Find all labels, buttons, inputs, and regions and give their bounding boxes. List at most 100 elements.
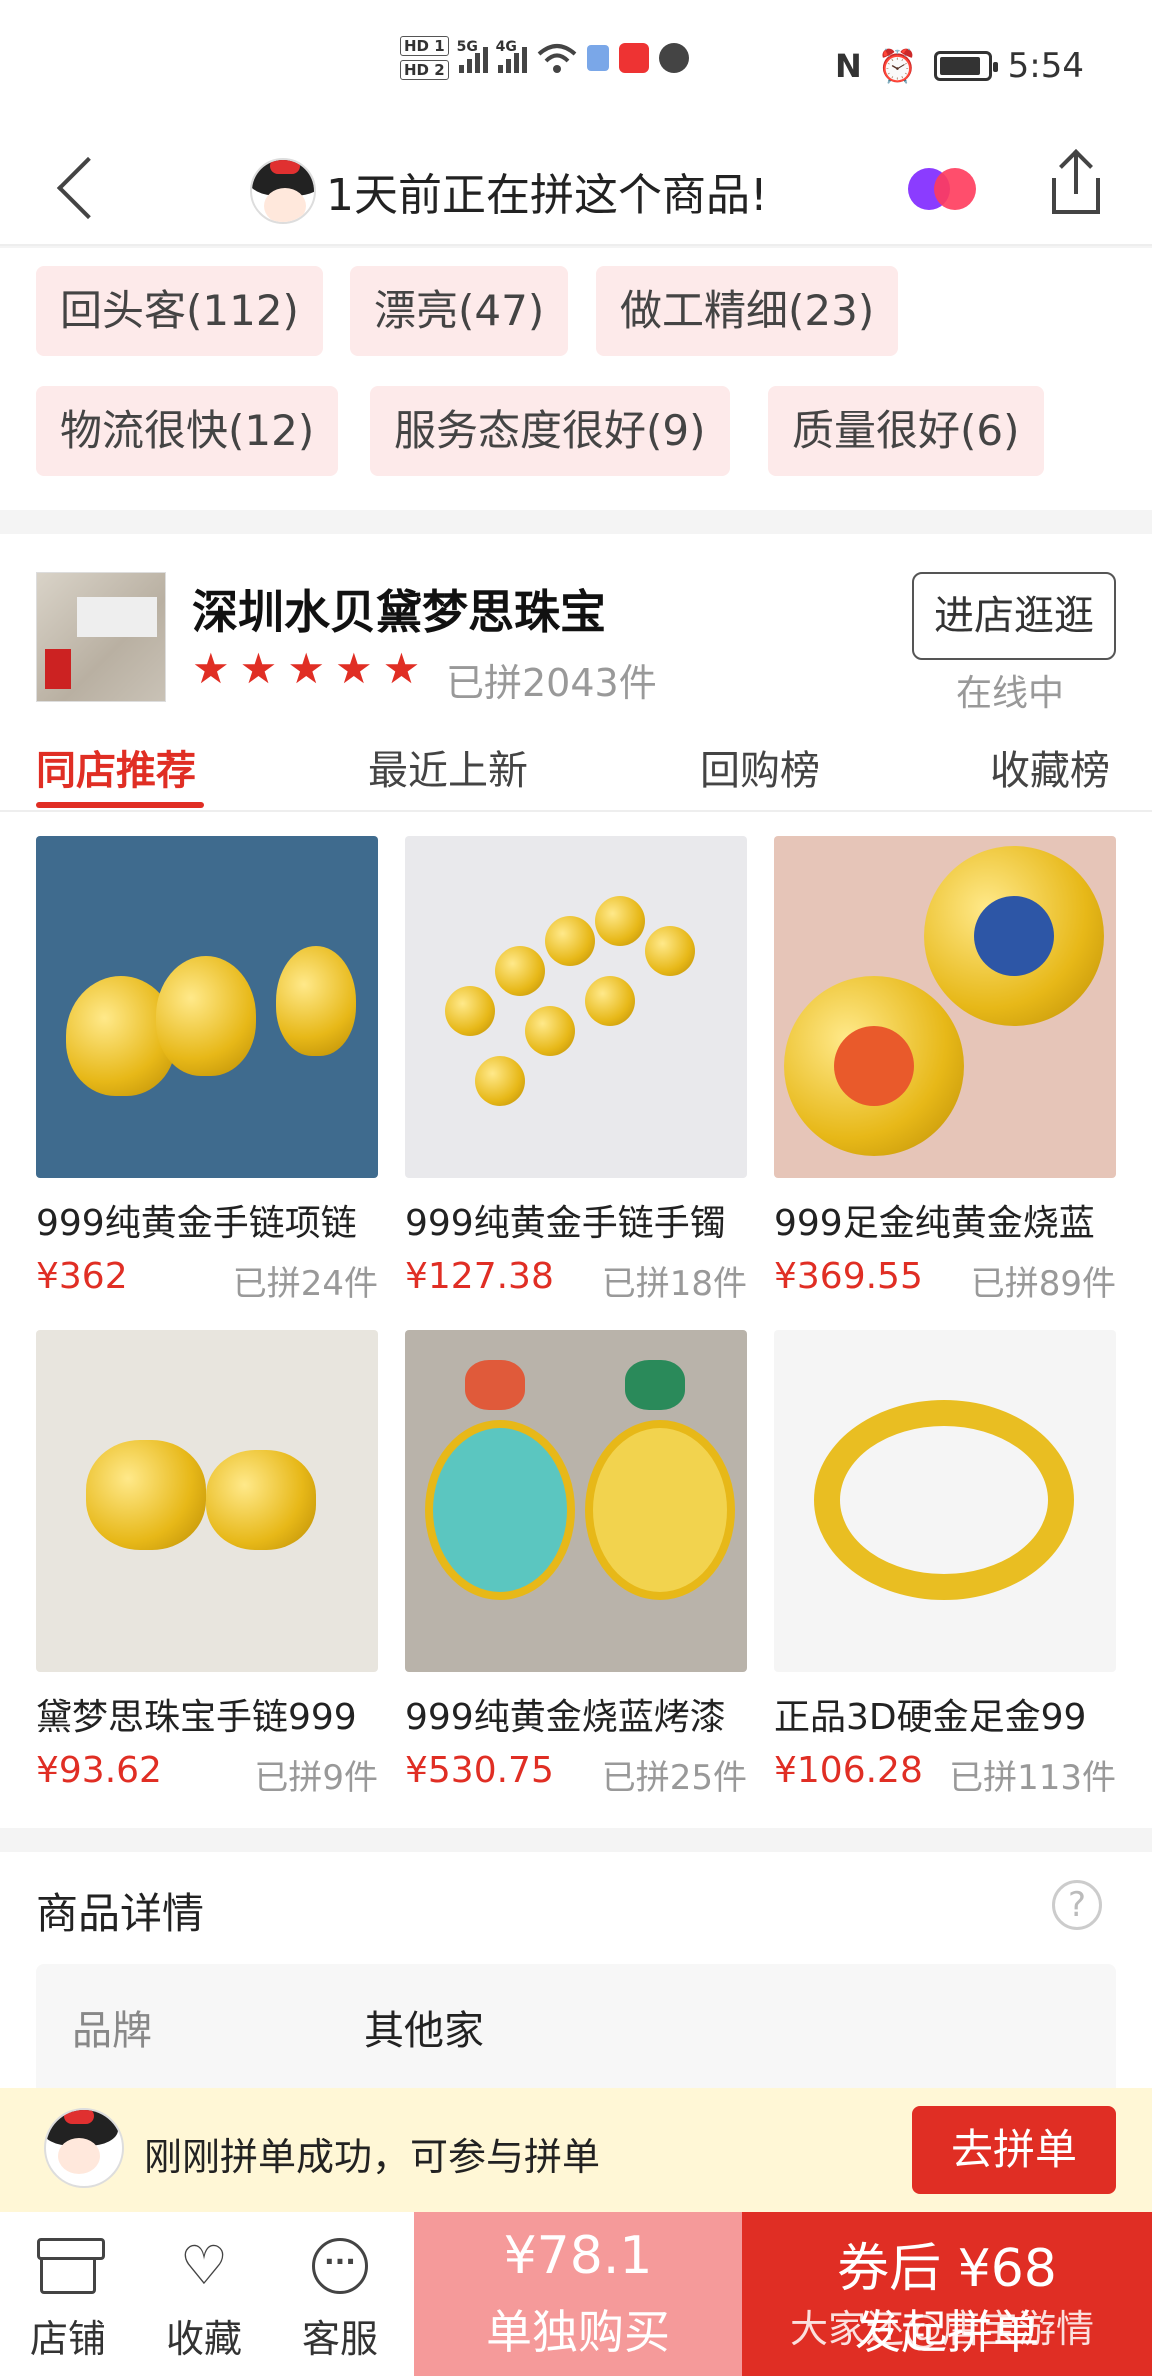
- spec-table: 品牌 其他家 镶嵌材质 无镶嵌: [36, 1964, 1116, 2132]
- product-detail-section: 商品详情 ? 品牌 其他家 镶嵌材质 无镶嵌: [0, 1852, 1152, 2132]
- favorite-button-label: 收藏: [165, 2317, 242, 2361]
- notification-app-icon: [586, 45, 609, 71]
- star-icon: ★: [192, 644, 230, 693]
- customer-service-label: 客服: [301, 2317, 378, 2361]
- product-sold: 已拼24件: [232, 1264, 378, 1304]
- heart-icon: ♡: [179, 2234, 229, 2297]
- tab-favorites[interactable]: 收藏榜: [990, 738, 1110, 796]
- shop-tabs: 同店推荐 最近上新 回购榜 收藏榜: [0, 730, 1152, 812]
- product-card[interactable]: 999纯黄金烧蓝烤漆 ¥530.75 已拼25件: [405, 1330, 747, 1810]
- product-price: ¥106.28: [774, 1750, 923, 1791]
- star-icon: ★: [382, 644, 421, 693]
- product-card[interactable]: 黛梦思珠宝手链999 ¥93.62 已拼9件: [36, 1330, 378, 1810]
- avatar: [250, 158, 316, 224]
- review-tag[interactable]: 服务态度很好(9): [370, 386, 730, 476]
- hd2-indicator: HD 2: [400, 60, 449, 80]
- product-image[interactable]: [36, 1330, 378, 1672]
- review-tag[interactable]: 物流很快(12): [36, 386, 339, 476]
- battery-icon: [933, 51, 998, 81]
- help-icon[interactable]: ?: [1052, 1880, 1102, 1930]
- customer-service-button[interactable]: 客服: [272, 2212, 408, 2376]
- group-buy-notice: 刚刚拼单成功，可参与拼单 去拼单: [0, 2088, 1152, 2212]
- online-status: 在线中: [956, 673, 1065, 714]
- notification-book-icon: [618, 43, 649, 73]
- single-price: ¥78.1: [503, 2226, 653, 2286]
- avatar: [44, 2108, 124, 2188]
- nfc-icon: N: [835, 47, 862, 85]
- chat-icon: [312, 2238, 368, 2294]
- shop-section: 深圳水贝黛梦思珠宝 ★ ★ ★ ★ ★ 已拼2043件 进店逛逛 在线中 同店推…: [0, 534, 1152, 1828]
- product-card[interactable]: 999纯黄金手链手镯 ¥127.38 已拼18件: [405, 836, 747, 1316]
- product-image[interactable]: [36, 836, 378, 1178]
- back-button[interactable]: [50, 154, 110, 214]
- detail-title: 商品详情: [36, 1889, 205, 1938]
- review-tags: 回头客(112) 漂亮(47) 做工精细(23) 物流很快(12) 服务态度很好…: [0, 248, 1152, 510]
- product-price: ¥369.55: [774, 1256, 923, 1297]
- star-icon: ★: [239, 644, 278, 693]
- spec-value: 其他家: [364, 2008, 484, 2054]
- signal-4g-icon: 4G: [496, 39, 527, 73]
- group-price: 券后 ¥68: [837, 2239, 1057, 2299]
- single-label: 单独购买: [486, 2305, 670, 2359]
- notice-text: 刚刚拼单成功，可参与拼单: [144, 2135, 601, 2179]
- buy-single-button[interactable]: ¥78.1 单独购买: [414, 2212, 742, 2376]
- clock: 5:54: [1007, 46, 1084, 86]
- review-tag[interactable]: 质量很好(6): [768, 386, 1044, 476]
- product-image[interactable]: [405, 836, 747, 1178]
- product-sold: 已拼113件: [949, 1758, 1116, 1798]
- alarm-icon: ⏰: [877, 47, 918, 85]
- status-bar-left: HD 1 HD 2 5G 4G: [400, 36, 689, 80]
- shop-button[interactable]: 店铺: [0, 2212, 136, 2376]
- header-title: 1天前正在拼这个商品!: [326, 170, 768, 221]
- product-image[interactable]: [774, 836, 1116, 1178]
- product-sold: 已拼9件: [254, 1758, 378, 1798]
- review-tag[interactable]: 回头客(112): [36, 266, 323, 356]
- enter-shop-button[interactable]: 进店逛逛: [912, 572, 1116, 660]
- spec-key: 品牌: [72, 2008, 152, 2054]
- product-sold: 已拼18件: [601, 1264, 747, 1304]
- product-price: ¥127.38: [405, 1256, 554, 1297]
- shop-sold-count: 已拼2043件: [446, 661, 657, 705]
- star-icon: ★: [334, 644, 373, 693]
- product-name: 999纯黄金烧蓝烤漆: [405, 1697, 726, 1738]
- active-tab-indicator: [36, 802, 204, 808]
- shop-name[interactable]: 深圳水贝黛梦思珠宝: [192, 576, 606, 642]
- favorite-button[interactable]: ♡ 收藏: [136, 2212, 272, 2376]
- product-price: ¥362: [36, 1256, 128, 1297]
- status-bar-right: N ⏰ 5:54: [835, 46, 1084, 86]
- product-card[interactable]: 999足金纯黄金烧蓝 ¥369.55 已拼89件: [774, 836, 1116, 1316]
- review-tag[interactable]: 漂亮(47): [350, 266, 569, 356]
- product-image[interactable]: [405, 1330, 747, 1672]
- product-name: 999纯黄金手链项链: [36, 1203, 357, 1244]
- signal-5g-icon: 5G: [457, 39, 488, 73]
- status-bar: HD 1 HD 2 5G 4G N ⏰ 5:54: [0, 0, 1152, 130]
- star-icon: ★: [287, 644, 325, 693]
- store-icon: [37, 2238, 105, 2294]
- shop-rating: ★ ★ ★ ★ ★: [192, 648, 420, 690]
- product-name: 黛梦思珠宝手链999: [36, 1697, 357, 1738]
- shop-logo[interactable]: [36, 572, 166, 702]
- shop-button-label: 店铺: [29, 2317, 106, 2361]
- tab-new-arrivals[interactable]: 最近上新: [368, 738, 528, 796]
- product-card[interactable]: 999纯黄金手链项链 ¥362 已拼24件: [36, 836, 378, 1316]
- product-name: 999足金纯黄金烧蓝: [774, 1203, 1095, 1244]
- product-name: 999纯黄金手链手镯: [405, 1203, 726, 1244]
- product-image[interactable]: [774, 1330, 1116, 1672]
- hd1-indicator: HD 1: [400, 36, 449, 56]
- top-navigation: 1天前正在拼这个商品!: [0, 130, 1152, 246]
- product-price: ¥530.75: [405, 1750, 554, 1791]
- product-sold: 已拼25件: [601, 1758, 747, 1798]
- app-logo-icon[interactable]: [908, 152, 978, 222]
- tab-repurchase[interactable]: 回购榜: [700, 738, 820, 796]
- product-price: ¥93.62: [36, 1750, 162, 1791]
- product-card[interactable]: 正品3D硬金足金99 ¥106.28 已拼113件: [774, 1330, 1116, 1810]
- product-sold: 已拼89件: [970, 1264, 1116, 1304]
- notification-ball-icon: [658, 43, 689, 73]
- watermark: 大家还@唐宝游情: [790, 2307, 1095, 2351]
- join-group-button[interactable]: 去拼单: [912, 2106, 1116, 2194]
- product-name: 正品3D硬金足金99: [774, 1697, 1087, 1738]
- tab-same-shop[interactable]: 同店推荐: [36, 738, 196, 796]
- share-icon[interactable]: [1050, 152, 1104, 214]
- review-tag[interactable]: 做工精细(23): [596, 266, 899, 356]
- wifi-icon: [537, 44, 576, 73]
